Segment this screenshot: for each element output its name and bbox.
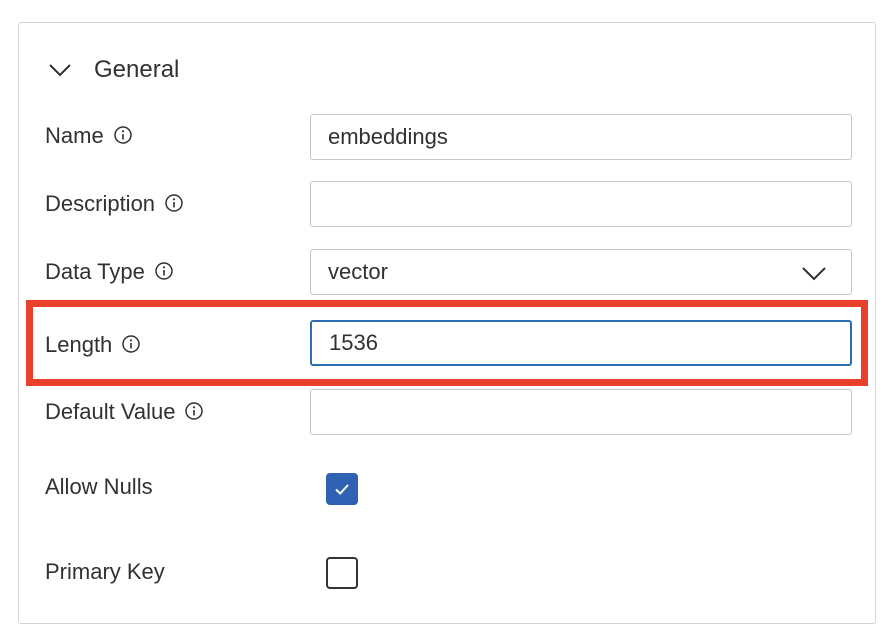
allow-nulls-checkbox[interactable]: [326, 473, 358, 505]
checkmark-icon: [335, 484, 349, 495]
info-icon[interactable]: [154, 261, 174, 281]
info-icon[interactable]: [184, 401, 204, 421]
data-type-select-value: vector: [328, 259, 388, 284]
data-type-select[interactable]: vector: [310, 249, 852, 295]
info-icon[interactable]: [121, 334, 141, 354]
data-type-label: Data Type: [45, 252, 174, 292]
chevron-down-icon: [49, 64, 71, 77]
name-input[interactable]: embeddings: [310, 114, 852, 160]
info-icon[interactable]: [164, 193, 184, 213]
section-title: General: [94, 56, 180, 83]
primary-key-label: Primary Key: [45, 552, 165, 592]
allow-nulls-label: Allow Nulls: [45, 467, 153, 507]
length-input-value: 1536: [329, 330, 378, 355]
primary-key-label-text: Primary Key: [45, 559, 165, 584]
primary-key-checkbox[interactable]: [326, 557, 358, 589]
allow-nulls-label-text: Allow Nulls: [45, 474, 153, 499]
default-value-label: Default Value: [45, 392, 204, 432]
section-header-general[interactable]: General: [46, 50, 179, 90]
data-type-label-text: Data Type: [45, 259, 145, 284]
name-input-value: embeddings: [328, 124, 448, 149]
length-label-text: Length: [45, 332, 113, 357]
description-label: Description: [45, 184, 184, 224]
name-label-text: Name: [45, 123, 104, 148]
description-input[interactable]: [310, 181, 852, 227]
length-label: Length: [45, 325, 141, 365]
name-label: Name: [45, 116, 133, 156]
chevron-down-icon[interactable]: [801, 261, 827, 285]
length-input[interactable]: 1536: [310, 320, 852, 366]
description-label-text: Description: [45, 191, 156, 216]
default-value-input[interactable]: [310, 389, 852, 435]
default-value-label-text: Default Value: [45, 399, 176, 424]
info-icon[interactable]: [113, 125, 133, 145]
